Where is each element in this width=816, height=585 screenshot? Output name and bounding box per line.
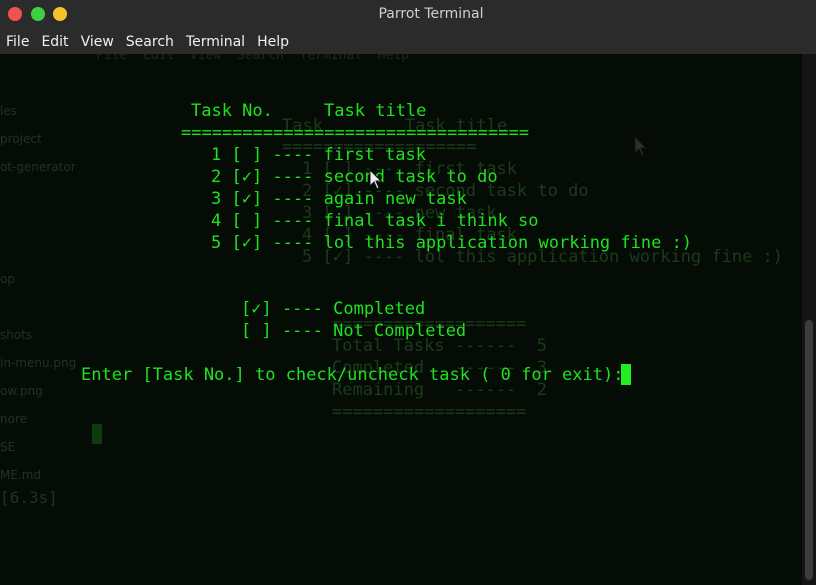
task-table-separator: ================================== (181, 123, 529, 143)
legend-completed: [✓] ---- Completed (241, 299, 426, 319)
menu-file[interactable]: File (0, 34, 35, 50)
ghost-sidebar-item: op (0, 272, 15, 286)
menu-search[interactable]: Search (120, 34, 180, 50)
title-bar: Parrot Terminal (0, 0, 816, 29)
menu-help[interactable]: Help (251, 34, 295, 50)
window-title: Parrot Terminal (378, 6, 484, 22)
mouse-pointer-icon (369, 169, 383, 190)
ghost-sidebar-item: shots (0, 328, 33, 342)
ghost-cursor (92, 424, 102, 444)
terminal-area[interactable]: les project ot-generator op shots in-men… (0, 54, 802, 585)
menu-bar: File Edit View Search Terminal Help (0, 29, 816, 54)
ghost-sidebar-item: nore (0, 412, 27, 426)
ghost-sidebar-item: SE (0, 440, 16, 454)
ghost-file-sidebar: les project ot-generator op shots in-men… (0, 54, 80, 585)
ghost-timer: [6.3s] (0, 488, 58, 507)
scrollbar-thumb[interactable] (805, 320, 813, 580)
terminal-scrollbar[interactable] (802, 54, 816, 585)
menu-edit[interactable]: Edit (35, 34, 74, 50)
ghost-sidebar-item: les (0, 104, 17, 118)
menu-terminal[interactable]: Terminal (180, 34, 251, 50)
ghost-sidebar-item: in-menu.png (0, 356, 77, 370)
task-row: 5 [✓] ---- lol this application working … (211, 233, 693, 253)
legend-not-completed: [ ] ---- Not Completed (241, 321, 467, 341)
ghost-mouse-pointer-icon (634, 136, 648, 157)
ghost-separator: =================== (332, 402, 527, 422)
task-row: 3 [✓] ---- again new task (211, 189, 467, 209)
ghost-menu: File Edit View Search Terminal Help (96, 54, 410, 63)
ghost-sidebar-item: ow.png (0, 384, 43, 398)
ghost-sidebar-item: ot-generator (0, 160, 76, 174)
menu-view[interactable]: View (75, 34, 120, 50)
task-row: 2 [✓] ---- second task to do (211, 167, 498, 187)
ghost-sidebar-item: project (0, 132, 42, 146)
task-row: 4 [ ] ---- final task i think so (211, 211, 539, 231)
ghost-sidebar-item: ME.md (0, 468, 42, 482)
task-row: 1 [ ] ---- first task (211, 145, 426, 165)
text-cursor[interactable] (621, 364, 631, 385)
input-prompt: Enter [Task No.] to check/uncheck task (… (81, 365, 634, 385)
task-table-header: Task No. Task title (191, 101, 427, 121)
